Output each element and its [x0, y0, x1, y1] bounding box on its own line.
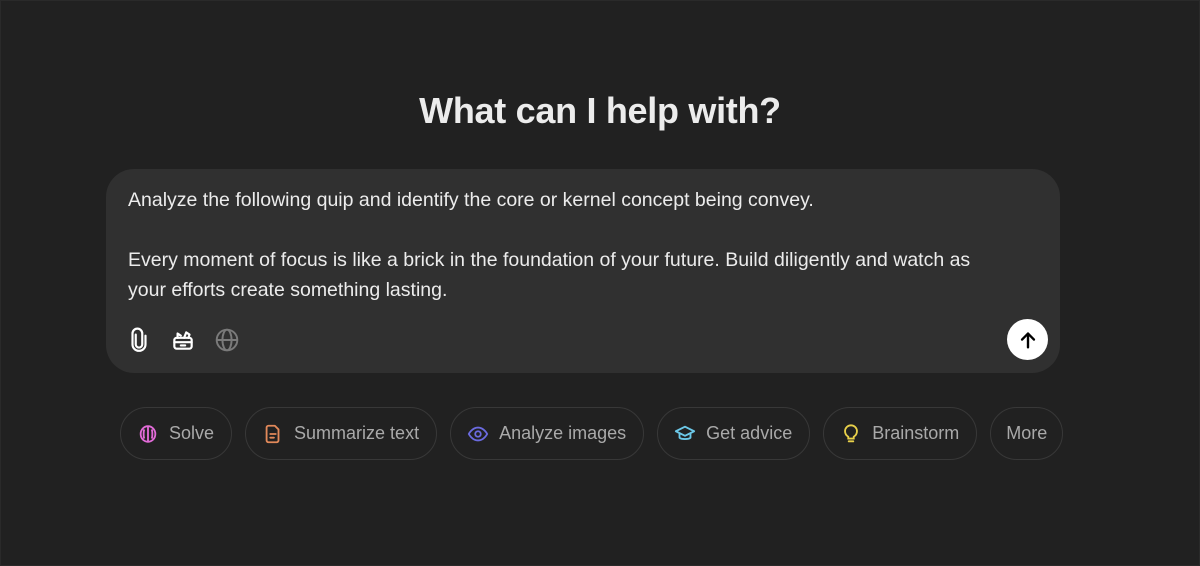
suggestion-label: Analyze images [499, 423, 627, 443]
suggestion-label: Solve [169, 423, 215, 443]
graduation-cap-icon [675, 425, 696, 440]
suggestion-summarize-text[interactable]: Summarize text [245, 407, 438, 460]
suggestion-more[interactable]: More [990, 407, 1064, 460]
paperclip-icon [131, 327, 147, 352]
attach-button[interactable] [122, 323, 156, 357]
suggestion-label: Get advice [706, 423, 793, 443]
lightbulb-icon [844, 423, 859, 442]
suggestion-solve[interactable]: Solve [120, 407, 233, 460]
suggestion-label: More [1006, 423, 1048, 443]
suggestion-get-advice[interactable]: Get advice [657, 407, 811, 460]
document-icon [265, 424, 280, 443]
send-button[interactable] [1007, 319, 1048, 360]
globe-icon [215, 328, 239, 352]
suggestion-brainstorm[interactable]: Brainstorm [823, 407, 978, 460]
eye-icon [467, 426, 489, 441]
arrow-up-icon [1020, 331, 1035, 349]
prompt-input[interactable]: Analyze the following quip and identify … [128, 185, 1028, 305]
suggestion-label: Summarize text [294, 423, 420, 443]
page-title: What can I help with? [419, 90, 781, 131]
suggestion-label: Brainstorm [872, 423, 960, 443]
toolbox-icon [173, 331, 193, 350]
tools-button[interactable] [166, 323, 200, 357]
suggestion-analyze-images[interactable]: Analyze images [450, 407, 645, 460]
search-web-button[interactable] [210, 323, 244, 357]
brain-icon [139, 424, 157, 443]
suggestion-chips: Solve Summarize text Analyze images Get … [120, 407, 1064, 460]
composer: Analyze the following quip and identify … [106, 169, 1060, 373]
